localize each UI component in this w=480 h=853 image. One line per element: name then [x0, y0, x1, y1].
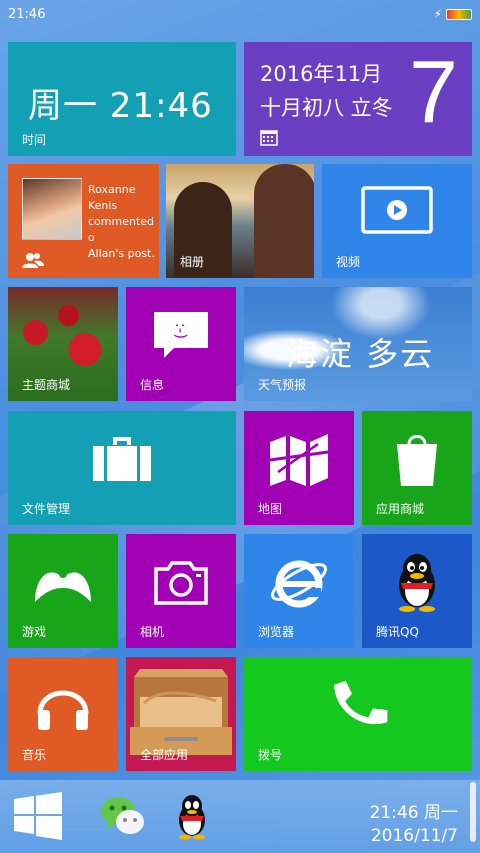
file-manager-label: 文件管理	[22, 502, 71, 516]
photo-person-right	[254, 164, 314, 278]
clock-time: 周一 21:46	[28, 86, 213, 126]
video-tile[interactable]: 视频	[322, 164, 472, 278]
people-line3: Allan's post.	[88, 247, 155, 260]
photos-tile[interactable]: 相册	[166, 164, 314, 278]
messages-label: 信息	[140, 378, 165, 392]
games-label: 游戏	[22, 625, 47, 639]
camera-tile[interactable]: 相机	[126, 534, 236, 648]
headphones-icon	[37, 690, 89, 730]
camera-label: 相机	[140, 625, 165, 639]
briefcase-icon	[93, 437, 151, 481]
browser-label: 浏览器	[258, 625, 295, 639]
qq-tile[interactable]: 腾讯QQ	[362, 534, 472, 648]
video-icon	[361, 186, 433, 234]
calendar-lunar: 十月初八 立冬	[260, 96, 393, 120]
windows-start-icon[interactable]	[14, 792, 62, 840]
people-tile[interactable]: Roxanne Kenis commented o Allan's post.	[8, 164, 159, 278]
taskbar-time: 21:46 周一	[369, 803, 458, 823]
weather-tile[interactable]: 海淀 多云 天气预报	[244, 287, 472, 401]
people-notification: Roxanne Kenis commented o Allan's post.	[88, 182, 159, 262]
qq-icon[interactable]	[174, 794, 210, 840]
app-store-tile[interactable]: 应用商城	[362, 411, 472, 525]
theme-store-label: 主题商城	[22, 378, 71, 392]
charging-icon: ⚡	[433, 7, 442, 21]
phone-icon	[334, 680, 388, 725]
taskbar-date: 2016/11/7	[370, 826, 458, 846]
games-tile[interactable]: 游戏	[8, 534, 118, 648]
dialer-tile[interactable]: 拨号	[244, 657, 472, 771]
internet-explorer-icon	[271, 560, 327, 608]
calendar-month: 2016年11月	[260, 62, 383, 86]
video-label: 视频	[336, 255, 361, 269]
status-time: 21:46	[8, 6, 46, 22]
photos-label: 相册	[180, 255, 205, 269]
people-icon	[22, 253, 44, 268]
clock-tile[interactable]: 周一 21:46 时间	[8, 42, 236, 156]
browser-tile[interactable]: 浏览器	[244, 534, 354, 648]
music-label: 音乐	[22, 748, 47, 762]
calendar-day: 7	[409, 42, 458, 141]
qq-penguin-icon	[399, 554, 435, 612]
weather-text: 海淀 多云	[286, 335, 435, 373]
xbox-icon	[35, 570, 91, 602]
home-screen: { "status": { "time": "21:46" }, "tiles"…	[0, 0, 480, 853]
people-line2: commented o	[88, 215, 155, 244]
taskbar: 21:46 周一 2016/11/7	[0, 780, 480, 853]
scroll-indicator	[470, 782, 476, 842]
all-apps-label: 全部应用	[140, 748, 189, 762]
calendar-icon	[260, 130, 278, 146]
maps-label: 地图	[258, 502, 283, 516]
file-manager-tile[interactable]: 文件管理	[8, 411, 236, 525]
maps-tile[interactable]: 地图	[244, 411, 354, 525]
people-line1: Roxanne Kenis	[88, 183, 136, 212]
message-icon: :-)	[154, 312, 208, 358]
theme-store-tile[interactable]: 主题商城	[8, 287, 118, 401]
shopping-bag-icon	[397, 435, 437, 486]
status-bar: 21:46 ⚡	[0, 0, 480, 28]
weather-label: 天气预报	[258, 378, 307, 392]
qq-label: 腾讯QQ	[376, 625, 419, 639]
all-apps-tile[interactable]: 全部应用	[126, 657, 236, 771]
calendar-tile[interactable]: 2016年11月 十月初八 立冬 7	[244, 42, 472, 156]
camera-icon	[154, 561, 208, 605]
drawer-icon	[130, 669, 232, 755]
svg-text::-): :-)	[172, 323, 190, 339]
contact-photo	[22, 178, 82, 240]
messages-tile[interactable]: :-) 信息	[126, 287, 236, 401]
app-store-label: 应用商城	[376, 502, 425, 516]
battery-icon	[446, 8, 472, 20]
wechat-icon[interactable]	[100, 794, 146, 838]
clock-label: 时间	[22, 133, 47, 147]
music-tile[interactable]: 音乐	[8, 657, 118, 771]
dialer-label: 拨号	[258, 748, 283, 762]
map-icon	[269, 434, 329, 486]
